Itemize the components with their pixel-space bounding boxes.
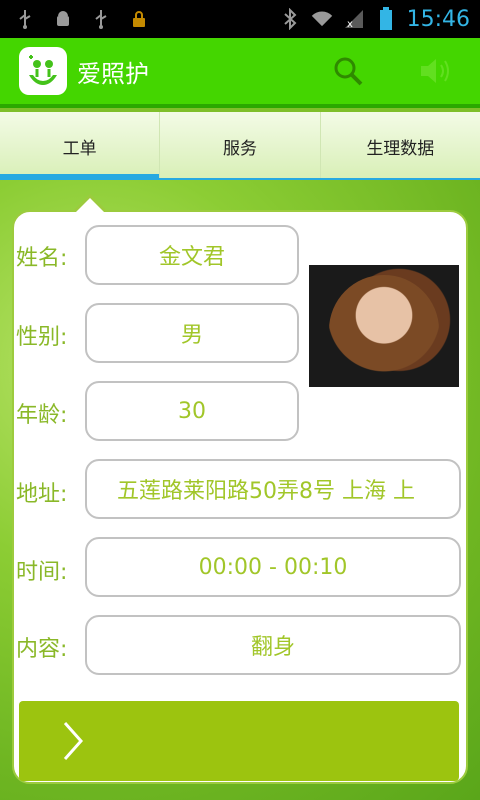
tab-label: 生理数据 [366,138,435,159]
age-field[interactable]: 30 [85,381,299,441]
gender-label: 性别: [16,325,68,350]
address-field[interactable]: 五莲路莱阳路50弄8号 上海 上 [85,459,461,519]
bluetooth-icon [279,8,301,30]
status-bar: x 15:46 [0,0,480,38]
lock-icon [128,8,150,30]
usb-icon [90,8,112,30]
notification-icons [14,8,150,30]
svg-text:x: x [347,19,353,29]
time-field[interactable]: 00:00 - 00:10 [85,537,461,597]
content-label: 内容: [16,637,68,662]
patient-photo [309,265,459,387]
caregiver-hands-icon [19,47,67,95]
tab-label: 工单 [62,138,97,159]
name-field[interactable]: 金文君 [85,225,299,285]
tab-bar: 工单 服务 生理数据 [0,112,480,180]
signal-icon: x [343,8,365,30]
system-icons: x 15:46 [279,7,470,32]
card-notch-inner [75,198,105,213]
app-bar: 爱照护 [0,38,480,108]
usb-icon [14,8,36,30]
app-title: 爱照护 [77,59,149,88]
tab-physiological-data[interactable]: 生理数据 [321,112,480,180]
gender-field[interactable]: 男 [85,303,299,363]
tab-service[interactable]: 服务 [160,112,321,180]
time-label: 时间: [16,560,68,585]
chevron-right-icon [63,722,84,760]
tab-work-order[interactable]: 工单 [0,112,161,180]
next-button[interactable] [19,701,459,781]
address-label: 地址: [16,482,68,507]
name-label: 姓名: [16,246,68,271]
wifi-icon [311,8,333,30]
android-debug-icon [52,8,74,30]
age-label: 年龄: [16,403,68,428]
tab-label: 服务 [222,138,257,159]
battery-icon [375,7,397,30]
search-icon[interactable] [328,51,368,91]
content-field[interactable]: 翻身 [85,615,461,675]
clock: 15:46 [406,6,470,32]
volume-icon[interactable] [416,51,456,91]
